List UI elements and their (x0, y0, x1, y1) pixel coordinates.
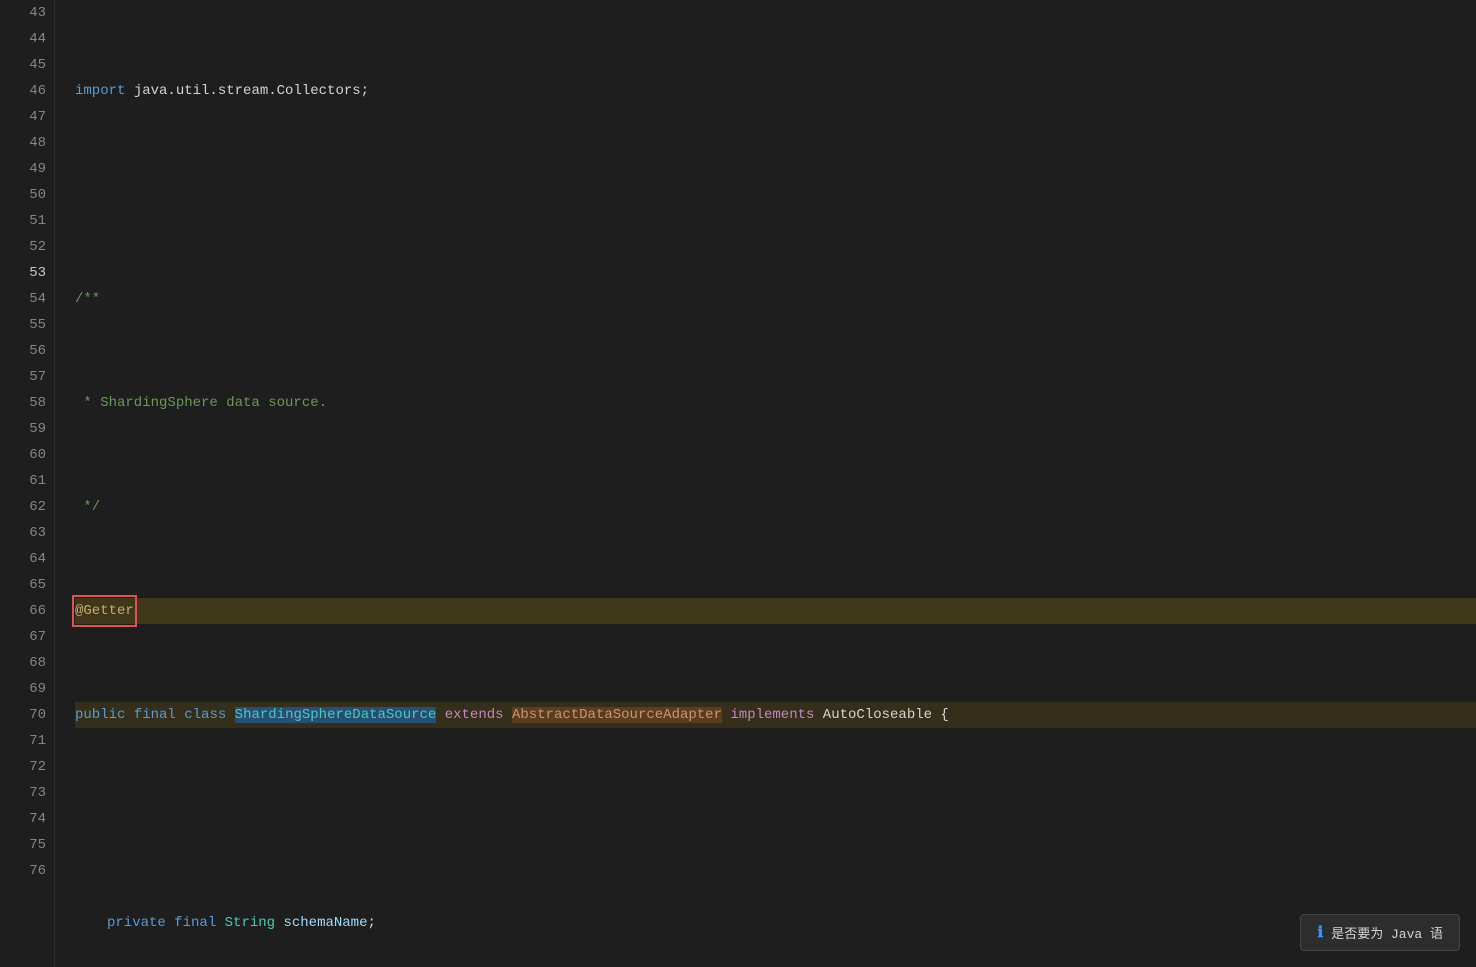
code-area: import java.util.stream.Collectors; /** … (55, 0, 1476, 967)
ln-58: 58 (12, 390, 46, 416)
code-line-46: * ShardingSphere data source. (75, 390, 1476, 416)
ln-48: 48 (12, 130, 46, 156)
ln-53: 53 (12, 260, 46, 286)
ln-72: 72 (12, 754, 46, 780)
code-line-51: private final String schemaName; (75, 910, 1476, 936)
ln-57: 57 (12, 364, 46, 390)
code-line-49: public final class ShardingSphereDataSou… (75, 702, 1476, 728)
ln-73: 73 (12, 780, 46, 806)
ln-70: 70 (12, 702, 46, 728)
code-line-50 (75, 806, 1476, 832)
ln-55: 55 (12, 312, 46, 338)
ln-76: 76 (12, 858, 46, 884)
ln-61: 61 (12, 468, 46, 494)
ln-67: 67 (12, 624, 46, 650)
ln-59: 59 (12, 416, 46, 442)
notification-popup[interactable]: ℹ 是否要为 Java 语 (1300, 914, 1460, 951)
ln-51: 51 (12, 208, 46, 234)
code-line-45: /** (75, 286, 1476, 312)
ln-52: 52 (12, 234, 46, 260)
ln-71: 71 (12, 728, 46, 754)
ln-66: 66 (12, 598, 46, 624)
ln-60: 60 (12, 442, 46, 468)
code-line-48: @Getter (75, 598, 1476, 624)
ln-45: 45 (12, 52, 46, 78)
ln-65: 65 (12, 572, 46, 598)
ln-69: 69 (12, 676, 46, 702)
code-line-44 (75, 182, 1476, 208)
notification-text: 是否要为 Java 语 (1331, 923, 1443, 942)
ln-47: 47 (12, 104, 46, 130)
ln-43: 43 (12, 0, 46, 26)
line-numbers: 43 44 45 46 47 48 49 50 51 52 53 54 55 5… (0, 0, 55, 967)
ln-46: 46 (12, 78, 46, 104)
ln-56: 56 (12, 338, 46, 364)
info-icon: ℹ (1317, 923, 1323, 942)
ln-63: 63 (12, 520, 46, 546)
code-editor: 43 44 45 46 47 48 49 50 51 52 53 54 55 5… (0, 0, 1476, 967)
ln-62: 62 (12, 494, 46, 520)
ln-49: 49 (12, 156, 46, 182)
ln-68: 68 (12, 650, 46, 676)
ln-74: 74 (12, 806, 46, 832)
code-line-43: import java.util.stream.Collectors; (75, 78, 1476, 104)
code-line-47: */ (75, 494, 1476, 520)
ln-64: 64 (12, 546, 46, 572)
ln-54: 54 (12, 286, 46, 312)
ln-50: 50 (12, 182, 46, 208)
ln-44: 44 (12, 26, 46, 52)
ln-75: 75 (12, 832, 46, 858)
